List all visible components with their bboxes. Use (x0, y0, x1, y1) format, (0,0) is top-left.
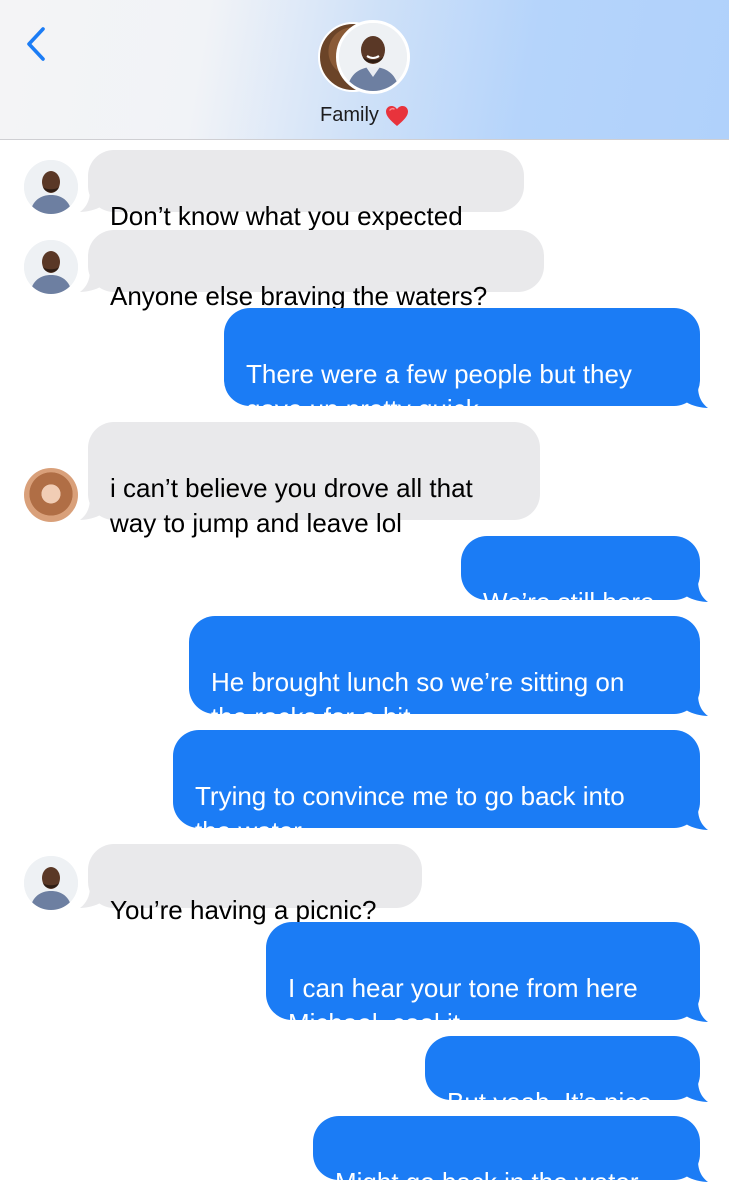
group-avatar[interactable] (318, 20, 412, 96)
message-text: He brought lunch so we’re sitting on the… (211, 667, 625, 732)
sender-avatar-woman[interactable] (24, 468, 78, 522)
message-bubble[interactable]: Might go back in the water. (313, 1116, 700, 1197)
conversation-title: Family (320, 104, 379, 126)
message-bubble[interactable]: Trying to convince me to go back into th… (173, 730, 700, 846)
message-bubble[interactable]: I can hear your tone from here Michael, … (266, 922, 700, 1038)
message-text: Trying to convince me to go back into th… (195, 781, 625, 846)
message-bubble[interactable]: Don’t know what you expected (88, 150, 524, 231)
chevron-left-icon (27, 27, 45, 61)
message-text: But yeah. It’s nice. (447, 1087, 659, 1117)
conversation-header: Family (0, 0, 729, 140)
message-text: Anyone else braving the waters? (110, 281, 488, 311)
message-bubble[interactable]: Anyone else braving the waters? (88, 230, 544, 311)
red-heart-icon (385, 105, 408, 126)
avatar-man (336, 20, 410, 94)
message-bubble[interactable]: But yeah. It’s nice. (425, 1036, 700, 1117)
message-bubble[interactable]: i can’t believe you drove all that way t… (88, 422, 540, 538)
sender-avatar-man[interactable] (24, 240, 78, 294)
back-button[interactable] (16, 22, 56, 66)
message-bubble[interactable]: You’re having a picnic? (88, 844, 422, 925)
message-text: We’re still here. (483, 587, 662, 617)
sender-avatar-man[interactable] (24, 160, 78, 214)
sender-avatar-man[interactable] (24, 856, 78, 910)
message-text: Don’t know what you expected (110, 201, 463, 231)
message-text: You’re having a picnic? (110, 895, 377, 925)
message-text: i can’t believe you drove all that way t… (110, 473, 473, 538)
message-text: There were a few people but they gave up… (246, 359, 632, 424)
message-text: I can hear your tone from here Michael, … (288, 973, 638, 1038)
conversation-title-row[interactable]: Family (0, 104, 729, 127)
message-bubble[interactable]: We’re still here. (461, 536, 700, 617)
message-bubble[interactable]: He brought lunch so we’re sitting on the… (189, 616, 700, 732)
message-text: Might go back in the water. (335, 1167, 645, 1197)
message-bubble[interactable]: There were a few people but they gave up… (224, 308, 700, 424)
